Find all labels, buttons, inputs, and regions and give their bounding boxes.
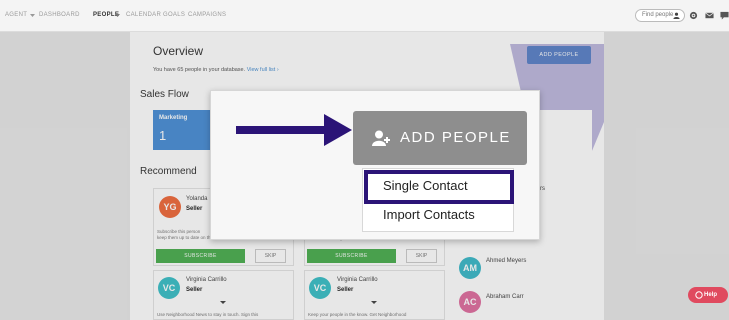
add-user-icon — [372, 130, 390, 146]
help-label: Help — [704, 292, 718, 298]
help-button[interactable]: Help — [688, 287, 728, 303]
chat-bubble-icon — [695, 291, 703, 299]
add-people-label: ADD PEOPLE — [400, 129, 511, 146]
menu-highlight-box — [364, 170, 514, 204]
app-window: AGENT DASHBOARD PEOPLE CALENDAR GOALS CA… — [0, 0, 729, 320]
add-people-button[interactable]: ADD PEOPLE — [353, 111, 527, 165]
menu-item-import-contacts[interactable]: Import Contacts — [383, 207, 475, 222]
